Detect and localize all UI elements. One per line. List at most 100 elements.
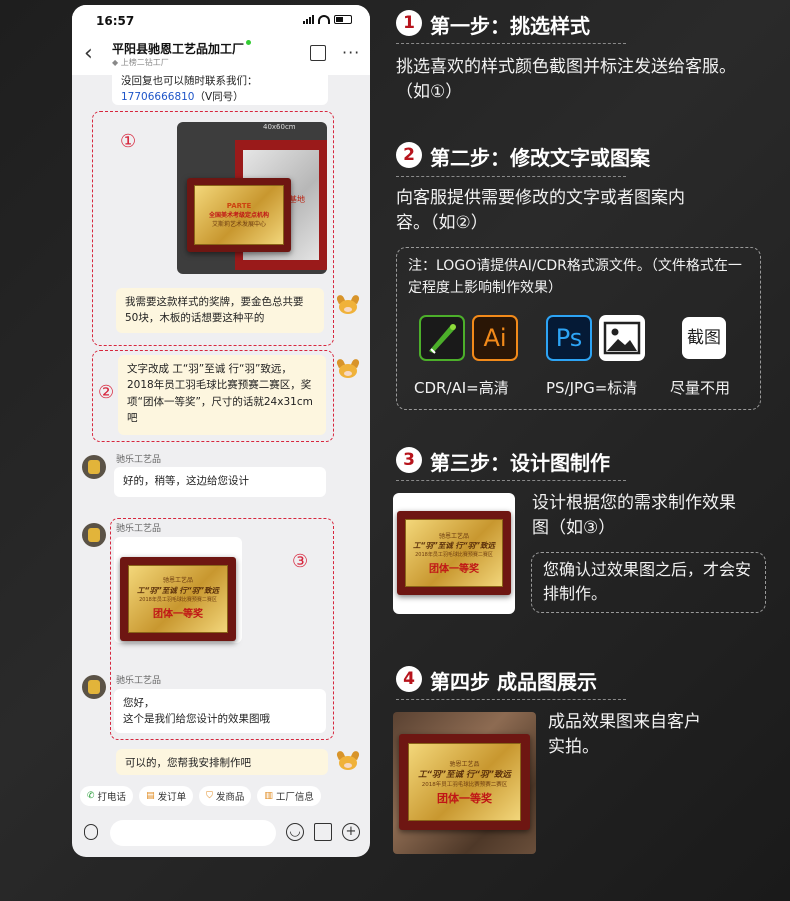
back-arrow-icon[interactable]: ‹ bbox=[84, 41, 93, 66]
ai-icon: Ai bbox=[472, 315, 518, 361]
voice-icon[interactable] bbox=[84, 824, 98, 840]
quick-actions: ✆ 打电话 ▤ 发订单 ⛉ 发商品 ▥ 工厂信息 bbox=[72, 781, 370, 811]
step4-title: 第四步 成品图展示 bbox=[430, 670, 597, 694]
label-avoid: 尽量不用 bbox=[670, 379, 731, 397]
message-list[interactable]: 没回复也可以随时联系我们： 17706666810（V同号） ① 40x60cm… bbox=[72, 75, 370, 781]
user-avatar[interactable] bbox=[335, 357, 361, 381]
confirm-note: 您确认过效果图之后，才会安排制作。 bbox=[543, 560, 752, 603]
step1-title: 第一步：挑选样式 bbox=[430, 14, 590, 38]
design-plaque: 驰恩工艺品 工“羽”至诚 行“羽”致远 2018年员工羽毛球比赛预赛二赛区 团体… bbox=[397, 511, 511, 595]
annotation-number-2: ② bbox=[98, 382, 115, 403]
message-bubble-shop: 好的，稍等，这边给您设计 bbox=[114, 467, 326, 497]
online-dot-icon bbox=[246, 40, 252, 45]
shop-icon[interactable] bbox=[310, 45, 326, 61]
sender-name: 驰乐工艺品 bbox=[116, 455, 162, 465]
shop-avatar[interactable] bbox=[82, 675, 106, 699]
chat-phone-screen: 16:57 ‹ 平阳县驰恩工艺品加工厂 ◆ 上榜二钻工厂 ··· 没回复也可以随… bbox=[72, 5, 370, 857]
step2-number: 2 bbox=[396, 142, 422, 168]
design-slogan: 工“羽”至诚 行“羽”致远 bbox=[137, 586, 219, 596]
chip-label: 打电话 bbox=[97, 792, 127, 803]
annotation-number-1: ① bbox=[120, 131, 137, 152]
message-bubble-user: 我需要这款样式的奖牌，要金色总共要50块，木板的话想要这种平的 bbox=[116, 288, 324, 333]
step4-desc: 成品效果图来自客户实拍。 bbox=[548, 712, 701, 757]
plaque1-line1: 全国美术考级定点机构 bbox=[208, 212, 269, 219]
design-org: 驰恩工艺品 bbox=[449, 760, 480, 768]
step1-divider bbox=[396, 43, 626, 44]
user-avatar[interactable] bbox=[335, 293, 361, 317]
chip-label: 发订单 bbox=[157, 792, 187, 803]
shop-tag: ◆ 上榜二钻工厂 bbox=[112, 58, 169, 67]
bag-icon[interactable] bbox=[314, 823, 332, 841]
design-award: 团体一等奖 bbox=[429, 564, 479, 575]
design-slogan: 工“羽”至诚 行“羽”致远 bbox=[413, 541, 495, 550]
screenshot-icon: 截图 bbox=[682, 317, 726, 359]
message-text: 您好， bbox=[123, 697, 155, 709]
design-org: 驰恩工艺品 bbox=[162, 576, 193, 584]
status-time: 16:57 bbox=[96, 14, 135, 28]
shop-avatar[interactable] bbox=[82, 455, 106, 479]
battery-icon bbox=[334, 15, 352, 24]
message-bubble-shop: 您好， 这个是我们给您设计的效果图哦 bbox=[114, 689, 326, 733]
quick-factory-button[interactable]: ▥ 工厂信息 bbox=[257, 786, 321, 806]
wifi-icon bbox=[318, 15, 330, 24]
plaque-image-message[interactable]: 40x60cm 基地 PARTE 全国美术考级定点机构 艾斯莉艺术发展中心 bbox=[177, 122, 327, 274]
status-bar: 16:57 bbox=[72, 5, 370, 35]
message-text: 没回复也可以随时联系我们： bbox=[121, 75, 258, 87]
plaque1-line2: 艾斯莉艺术发展中心 bbox=[211, 221, 266, 228]
design-award: 团体一等奖 bbox=[437, 791, 492, 805]
plaque2-text: 基地 bbox=[289, 195, 305, 204]
step3-desc: 设计根据您的需求制作效果图（如③） bbox=[532, 493, 736, 538]
ps-icon: Ps bbox=[546, 315, 592, 361]
order-icon: ▤ bbox=[146, 791, 155, 801]
format-note: 注：LOGO请提供AI/CDR格式源文件。（文件格式在一定程度上影响制作效果） bbox=[408, 258, 742, 297]
more-icon[interactable]: ··· bbox=[342, 43, 360, 62]
shop-name: 平阳县驰恩工艺品加工厂 bbox=[112, 40, 252, 57]
product-plaque: 驰恩工艺品 工“羽”至诚 行“羽”致远 2018年员工羽毛球比赛预赛二赛区 团体… bbox=[399, 734, 530, 830]
contact-phone: 17706666810（V同号） bbox=[121, 89, 319, 105]
image-size-label: 40x60cm bbox=[263, 123, 296, 131]
chip-label: 工厂信息 bbox=[275, 792, 314, 803]
design-org: 驰恩工艺品 bbox=[438, 533, 469, 540]
quick-order-button[interactable]: ▤ 发订单 bbox=[139, 786, 194, 806]
message-bubble-contact: 没回复也可以随时联系我们： 17706666810（V同号） bbox=[112, 75, 328, 105]
factory-icon: ▥ bbox=[264, 791, 273, 801]
quick-product-button[interactable]: ⛉ 发商品 bbox=[199, 786, 252, 806]
design-preview-card: 驰恩工艺品 工“羽”至诚 行“羽”致远 2018年员工羽毛球比赛预赛二赛区 团体… bbox=[393, 493, 515, 614]
step3-number: 3 bbox=[396, 447, 422, 473]
design-event: 2018年员工羽毛球比赛预赛二赛区 bbox=[139, 596, 217, 603]
quick-call-button[interactable]: ✆ 打电话 bbox=[80, 786, 134, 806]
step3-divider bbox=[396, 480, 626, 481]
gold-plaque: PARTE 全国美术考级定点机构 艾斯莉艺术发展中心 bbox=[187, 178, 291, 252]
design-image-message[interactable]: 驰恩工艺品 工“羽”至诚 行“羽”致远 2018年员工羽毛球比赛预赛二赛区 团体… bbox=[114, 537, 242, 643]
image-icon bbox=[599, 315, 645, 361]
step2-desc: 向客服提供需要修改的文字或者图案内容。（如②） bbox=[396, 188, 685, 233]
chip-label: 发商品 bbox=[215, 792, 245, 803]
step3-title: 第三步：设计图制作 bbox=[430, 451, 610, 475]
message-bubble-user: 可以的，您帮我安排制作吧 bbox=[116, 749, 328, 775]
chat-header: ‹ 平阳县驰恩工艺品加工厂 ◆ 上榜二钻工厂 ··· bbox=[72, 35, 370, 75]
message-input[interactable] bbox=[110, 820, 276, 846]
design-event: 2018年员工羽毛球比赛预赛二赛区 bbox=[415, 552, 493, 558]
emoji-icon[interactable]: ◡ bbox=[286, 823, 304, 841]
product-photo: 驰恩工艺品 工“羽”至诚 行“羽”致远 2018年员工羽毛球比赛预赛二赛区 团体… bbox=[393, 712, 536, 854]
user-avatar[interactable] bbox=[335, 749, 361, 773]
design-slogan: 工“羽”至诚 行“羽”致远 bbox=[418, 769, 511, 780]
label-sd: PS/JPG=标清 bbox=[546, 379, 638, 397]
status-icons bbox=[303, 15, 352, 24]
step1-desc: 挑选喜欢的样式颜色截图并标注发送给客服。（如①） bbox=[396, 57, 736, 102]
message-text: 这个是我们给您设计的效果图哦 bbox=[123, 713, 270, 726]
design-plaque: 驰恩工艺品 工“羽”至诚 行“羽”致远 2018年员工羽毛球比赛预赛二赛区 团体… bbox=[120, 557, 236, 641]
plus-icon[interactable]: + bbox=[342, 823, 360, 841]
step4-number: 4 bbox=[396, 666, 422, 692]
phone-icon: ✆ bbox=[87, 791, 95, 801]
input-bar: ◡ + bbox=[72, 811, 370, 857]
design-event: 2018年员工羽毛球比赛预赛二赛区 bbox=[421, 781, 508, 788]
phone-suffix: （V同号） bbox=[194, 91, 244, 104]
plaque1-logo: PARTE bbox=[226, 202, 252, 210]
step2-title: 第二步：修改文字或图案 bbox=[430, 146, 650, 170]
annotation-number-3: ③ bbox=[292, 551, 309, 572]
phone-link[interactable]: 17706666810 bbox=[121, 91, 195, 103]
shop-avatar[interactable] bbox=[82, 523, 106, 547]
step1-number: 1 bbox=[396, 10, 422, 36]
message-bubble-user: 文字改成 工“羽”至诚 行“羽”致远，2018年员工羽毛球比赛预赛二赛区，奖项“… bbox=[118, 355, 326, 435]
